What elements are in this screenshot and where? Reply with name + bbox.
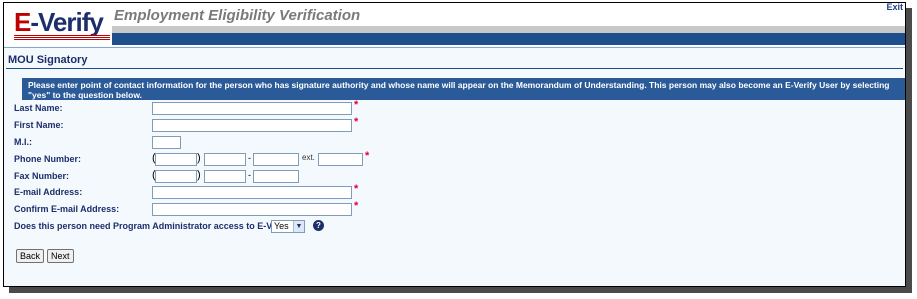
header-gray-band — [112, 26, 905, 33]
phone-area-code-input[interactable] — [155, 153, 197, 166]
first-name-input[interactable] — [152, 119, 352, 132]
pa-access-label: Does this person need Program Administra… — [14, 221, 297, 231]
application-frame: E-Verify Employment Eligibility Verifica… — [3, 2, 906, 287]
dash: - — [248, 170, 251, 180]
dash: - — [248, 153, 251, 163]
help-icon[interactable]: ? — [313, 220, 324, 231]
required-marker: * — [354, 200, 359, 212]
e-verify-logo: E-Verify — [14, 7, 110, 41]
phone-line-input[interactable] — [253, 153, 299, 166]
fax-label: Fax Number: — [14, 171, 70, 181]
page-title: MOU Signatory — [8, 54, 88, 66]
logo-letter-e: E — [14, 7, 31, 37]
instructions-banner: Please enter point of contact informatio… — [22, 78, 905, 100]
header: E-Verify Employment Eligibility Verifica… — [4, 3, 905, 46]
back-button[interactable]: Back — [16, 249, 45, 263]
phone-prefix-input[interactable] — [204, 153, 246, 166]
phone-ext-input[interactable] — [318, 153, 363, 166]
paren-close: ) — [197, 169, 201, 181]
header-blue-band — [112, 33, 905, 45]
last-name-input[interactable] — [152, 102, 352, 115]
tagline: Employment Eligibility Verification — [114, 7, 361, 24]
fax-prefix-input[interactable] — [204, 170, 246, 183]
logo-text: -Verify — [30, 7, 103, 37]
confirm-email-label: Confirm E-mail Address: — [14, 204, 120, 214]
header-divider — [4, 47, 905, 48]
paren-close: ) — [197, 152, 201, 164]
required-marker: * — [354, 183, 359, 195]
logo-stripes — [14, 35, 110, 41]
fax-line-input[interactable] — [253, 170, 299, 183]
pa-access-selected-value: Yes — [274, 221, 289, 231]
required-marker: * — [354, 99, 359, 111]
phone-label: Phone Number: — [14, 154, 82, 164]
first-name-label: First Name: — [14, 120, 64, 130]
pa-access-select[interactable]: Yes ▼ — [271, 220, 305, 233]
email-input[interactable] — [152, 186, 352, 199]
email-label: E-mail Address: — [14, 187, 83, 197]
next-button[interactable]: Next — [47, 249, 74, 263]
confirm-email-input[interactable] — [152, 203, 352, 216]
exit-link[interactable]: Exit — [886, 3, 903, 12]
chevron-down-icon[interactable]: ▼ — [293, 221, 304, 232]
required-marker: * — [365, 150, 370, 162]
mi-label: M.I.: — [14, 137, 32, 147]
mi-input[interactable] — [152, 136, 181, 149]
title-divider — [6, 68, 903, 69]
required-marker: * — [354, 116, 359, 128]
fax-area-code-input[interactable] — [155, 170, 197, 183]
ext-label: ext. — [302, 153, 315, 162]
last-name-label: Last Name: — [14, 103, 63, 113]
